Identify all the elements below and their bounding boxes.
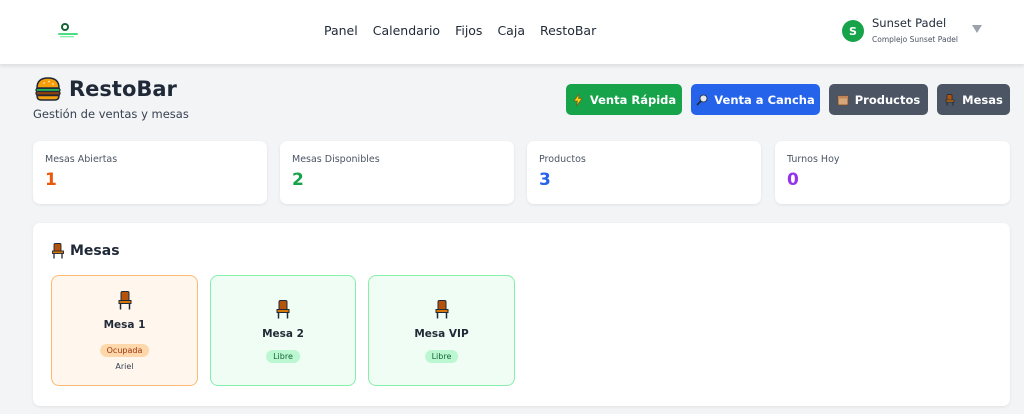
venta-rapida-button[interactable]: Venta Rápida [566, 84, 682, 115]
table-name: Mesa 1 [103, 319, 146, 331]
stat-label: Turnos Hoy [787, 154, 840, 165]
table-card-mesa-vip[interactable]: Mesa VIP Libre [368, 275, 515, 386]
chair-icon [945, 93, 955, 105]
stat-label: Mesas Disponibles [292, 154, 380, 165]
racket-icon [696, 94, 708, 106]
chair-icon [435, 300, 448, 319]
mesas-label: Mesas [962, 92, 1003, 107]
venta-a-cancha-button[interactable]: Venta a Cancha [691, 84, 820, 115]
mesas-button[interactable]: Mesas [937, 84, 1010, 115]
stat-card-mesas-disponibles: Mesas Disponibles 2 [280, 141, 514, 204]
venta-rapida-label: Venta Rápida [589, 92, 677, 107]
table-name: Mesa 2 [262, 328, 304, 340]
productos-label: Productos [854, 92, 921, 107]
stat-value: 3 [539, 170, 551, 190]
avatar[interactable]: S [842, 20, 864, 42]
page-header: RestoBar [34, 76, 177, 102]
user-info: Sunset Padel Complejo Sunset Padel [872, 16, 958, 44]
venta-a-cancha-label: Venta a Cancha [714, 92, 815, 107]
table-client: Ariel [115, 362, 134, 371]
stat-label: Productos [539, 154, 586, 165]
panel-title-text: Mesas [70, 243, 120, 259]
padel-logo-icon[interactable] [54, 20, 88, 40]
productos-button[interactable]: Productos [829, 84, 928, 115]
status-badge: Libre [266, 350, 300, 363]
stat-card-turnos-hoy: Turnos Hoy 0 [775, 141, 1010, 204]
status-badge: Ocupada [99, 344, 150, 357]
burger-icon [35, 77, 61, 101]
page-subtitle: Gestión de ventas y mesas [33, 107, 189, 121]
nav-link-caja[interactable]: Caja [497, 23, 525, 38]
chair-icon [52, 243, 64, 259]
top-navbar: Panel Calendario Fijos Caja RestoBar S S… [0, 0, 1024, 64]
lightning-icon [573, 93, 583, 106]
table-card-mesa-1[interactable]: Mesa 1 Ocupada Ariel [51, 275, 198, 386]
main-nav: Panel Calendario Fijos Caja RestoBar [324, 23, 596, 38]
table-card-mesa-2[interactable]: Mesa 2 Libre [210, 275, 356, 386]
mesas-panel: Mesas Mesa 1 Ocupada Ariel Mesa 2 Libre … [33, 223, 1010, 406]
stat-value: 1 [45, 170, 57, 190]
nav-link-panel[interactable]: Panel [324, 23, 358, 38]
status-badge: Libre [424, 350, 459, 363]
stat-card-mesas-abiertas: Mesas Abiertas 1 [33, 141, 267, 204]
table-name: Mesa VIP [414, 328, 469, 340]
user-menu[interactable]: S Sunset Padel Complejo Sunset Padel [842, 16, 958, 44]
box-icon [837, 95, 849, 105]
page-title: RestoBar [69, 77, 177, 101]
panel-title: Mesas [51, 243, 120, 259]
nav-link-restobar[interactable]: RestoBar [540, 23, 596, 38]
nav-link-fijos[interactable]: Fijos [455, 23, 482, 38]
stat-value: 0 [787, 170, 799, 190]
stat-value: 2 [292, 170, 304, 190]
user-name: Sunset Padel [872, 16, 947, 30]
chair-icon [118, 291, 131, 310]
chevron-down-icon[interactable] [972, 24, 982, 34]
user-subtitle: Complejo Sunset Padel [872, 35, 959, 44]
nav-link-calendario[interactable]: Calendario [373, 23, 440, 38]
chair-icon [276, 300, 290, 319]
stat-card-productos: Productos 3 [527, 141, 761, 204]
stat-label: Mesas Abiertas [45, 154, 118, 165]
